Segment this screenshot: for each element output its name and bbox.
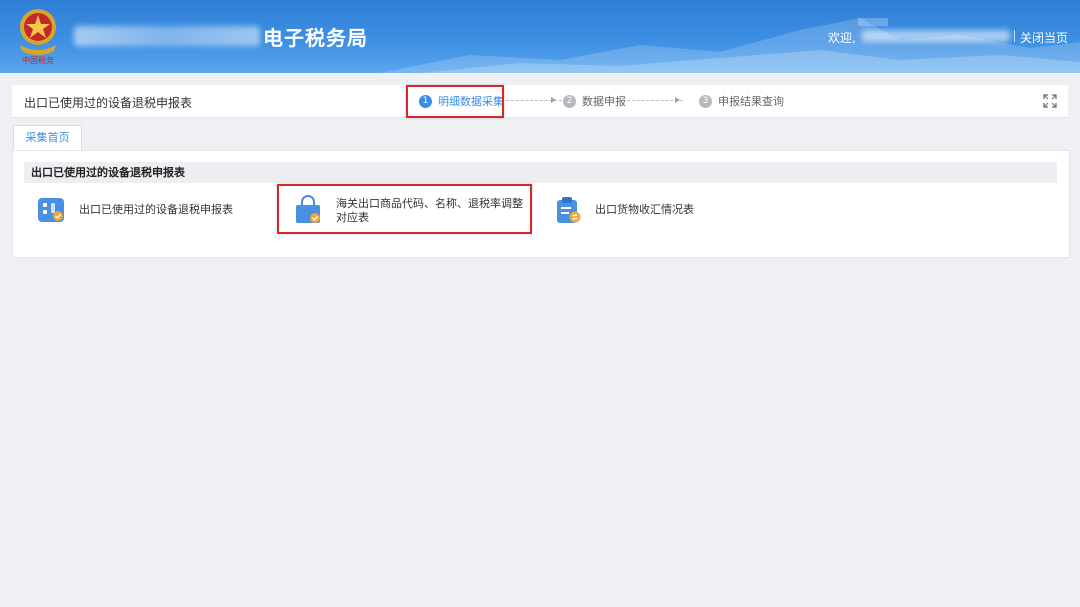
app-header: 中国税务 电子税务局 欢迎, 关闭当页 xyxy=(0,0,1080,73)
step-number: 2 xyxy=(563,94,576,108)
step-number: 3 xyxy=(699,94,712,108)
close-page-link[interactable]: 关闭当页 xyxy=(1020,29,1068,46)
tab-collection-home[interactable]: 采集首页 xyxy=(13,125,82,151)
step-label: 申报结果查询 xyxy=(718,95,784,108)
step-label: 数据申报 xyxy=(582,95,626,108)
welcome-text: 欢迎, xyxy=(828,31,856,45)
section-heading: 出口已使用过的设备退税申报表 xyxy=(24,162,1057,183)
item-label: 出口已使用过的设备退税申报表 xyxy=(79,203,233,216)
clipboard-exchange-icon xyxy=(557,197,581,223)
site-title: 电子税务局 xyxy=(263,26,368,50)
expand-icon[interactable] xyxy=(1043,94,1057,108)
collection-panel: 出口已使用过的设备退税申报表 出口已使用过的设备退税申报表 海关出口商品代码、名… xyxy=(12,150,1070,258)
item-export-receipt-table[interactable]: 出口货物收汇情况表 xyxy=(553,195,694,225)
step-arrow-icon xyxy=(675,97,680,103)
item-device-refund-form[interactable]: 出口已使用过的设备退税申报表 xyxy=(36,195,233,225)
item-highlight xyxy=(277,184,532,234)
site-name-redacted xyxy=(74,26,260,46)
tax-emblem-icon: 中国税务 xyxy=(20,9,56,65)
header-divider xyxy=(1014,30,1015,42)
step-bar: 出口已使用过的设备退税申报表 1 明细数据采集 2 数据申报 3 申报结果查询 xyxy=(12,85,1068,118)
step-arrow-icon xyxy=(551,97,556,103)
step-data-declaration[interactable]: 2 数据申报 xyxy=(563,93,626,109)
item-label: 出口货物收汇情况表 xyxy=(595,203,694,216)
step-result-query[interactable]: 3 申报结果查询 xyxy=(699,93,784,109)
step-highlight xyxy=(406,85,504,118)
device-form-icon xyxy=(38,198,64,222)
page-title: 出口已使用过的设备退税申报表 xyxy=(24,96,193,110)
svg-text:中国税务: 中国税务 xyxy=(22,55,54,65)
username-redacted xyxy=(862,30,1010,42)
